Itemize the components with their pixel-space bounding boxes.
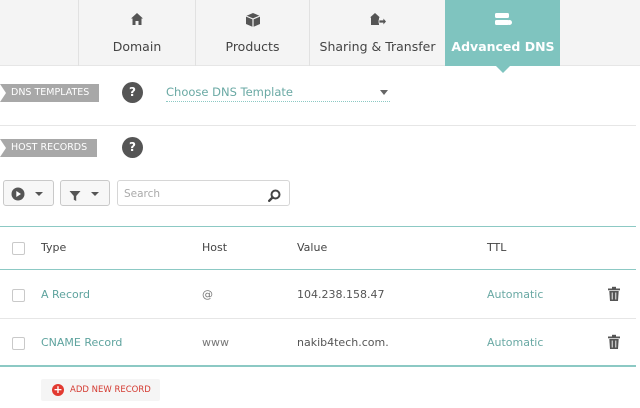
transfer-icon [310, 12, 445, 30]
tab-advanced-dns-label: Advanced DNS [451, 39, 555, 54]
tab-bar: Domain Products Sharing & Transfer Advan… [0, 0, 640, 73]
records-table-header: Type Host Value TTL [0, 226, 636, 270]
column-header-value: Value [297, 241, 328, 254]
search-input[interactable] [124, 185, 264, 202]
record-ttl[interactable]: Automatic [487, 336, 543, 349]
search-box [117, 180, 290, 206]
column-header-host: Host [202, 241, 228, 254]
tab-products[interactable]: Products [195, 0, 309, 66]
chevron-down-icon [380, 90, 388, 95]
dns-template-select-value: Choose DNS Template [166, 85, 293, 99]
row-checkbox[interactable] [12, 289, 25, 302]
record-ttl[interactable]: Automatic [487, 288, 543, 301]
record-type[interactable]: A Record [41, 288, 90, 301]
tab-sharing-transfer[interactable]: Sharing & Transfer [309, 0, 445, 66]
trash-icon[interactable] [607, 334, 621, 354]
host-records-help-icon[interactable]: ? [122, 137, 143, 158]
active-tab-pointer [496, 66, 510, 73]
record-host[interactable]: www [202, 336, 229, 349]
dns-templates-label: DNS TEMPLATES [0, 84, 100, 102]
tab-products-label: Products [225, 39, 280, 54]
section-divider [0, 125, 636, 126]
select-all-checkbox[interactable] [12, 242, 25, 255]
column-header-type: Type [41, 241, 67, 254]
plus-circle-icon: + [52, 383, 64, 396]
tab-domain[interactable]: Domain [78, 0, 195, 66]
record-type[interactable]: CNAME Record [41, 336, 122, 349]
box-icon [196, 12, 309, 30]
table-row: CNAME Record www nakib4tech.com. Automat… [0, 319, 636, 367]
host-records-label: HOST RECORDS [0, 139, 98, 157]
action-dropdown-button[interactable] [3, 180, 54, 206]
table-row: A Record @ 104.238.158.47 Automatic [0, 271, 636, 319]
filter-dropdown-button[interactable] [60, 180, 110, 206]
tab-sharing-transfer-label: Sharing & Transfer [319, 39, 436, 54]
record-host[interactable]: @ [202, 288, 213, 301]
trash-icon[interactable] [607, 286, 621, 306]
house-icon [79, 12, 195, 30]
add-new-record-button[interactable]: + ADD NEW RECORD [41, 379, 160, 401]
dns-templates-help-icon[interactable]: ? [122, 82, 143, 103]
record-value[interactable]: 104.238.158.47 [297, 288, 384, 301]
row-checkbox[interactable] [12, 337, 25, 350]
dns-template-select[interactable]: Choose DNS Template [166, 84, 390, 102]
tab-advanced-dns[interactable]: Advanced DNS [445, 0, 560, 73]
add-new-record-label: ADD NEW RECORD [70, 385, 151, 395]
search-icon[interactable] [268, 187, 281, 206]
play-circle-icon [11, 186, 25, 205]
chevron-down-icon [35, 192, 43, 196]
server-icon [446, 12, 560, 30]
record-value[interactable]: nakib4tech.com. [297, 336, 389, 349]
chevron-down-icon [91, 192, 99, 196]
column-header-ttl: TTL [487, 241, 507, 254]
filter-icon [69, 187, 81, 206]
tab-domain-label: Domain [112, 39, 162, 54]
